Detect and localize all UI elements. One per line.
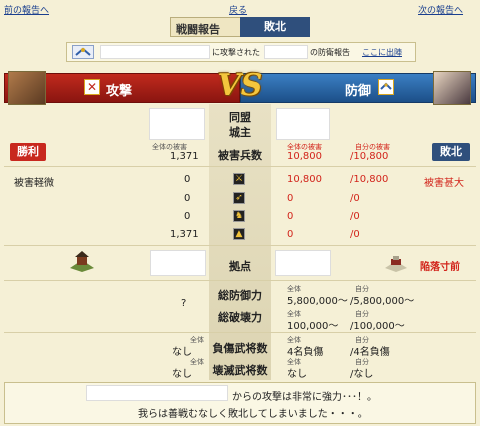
message-line-1: からの攻撃は非常に強力･･･！。 [232,392,377,403]
crossed-swords-icon: ✕ [84,79,100,95]
attacker-total-losses: 1,371 [170,151,199,162]
attacker-portrait [8,71,46,105]
report-result-badge: 敗北 [240,17,310,37]
attacker-unit-1-losses: 0 [184,174,191,185]
defender-unit-2-total: 0 [287,193,294,204]
report-title: 戦闘報告 [176,23,220,36]
divider [4,280,476,281]
defender-own-losses: /10,800 [350,151,389,162]
defender-total-defense: 5,800,000～ [287,296,348,307]
base-label: 拠点 [229,260,251,273]
defender-alliance-masked [276,108,330,140]
spearman-icon: ⚔ [233,173,245,185]
summary-report-text: の防衛報告 [310,48,350,57]
divider [4,245,476,246]
attacker-base-icon [68,250,96,272]
attacker-injured-label: 全体 [190,336,204,344]
defense-side-label: 防御 [345,84,372,99]
attacker-damage-level: 被害軽微 [14,178,54,189]
defender-destroyed-own: /なし [350,369,374,380]
losses-label: 被害兵数 [218,149,262,162]
attacker-base-masked [150,250,206,276]
destroyed-generals-label: 壊滅武将数 [212,364,268,377]
defender-own-defense: /5,800,000～ [350,296,415,307]
base-name-masked [264,45,308,59]
lord-label: 城主 [229,126,251,139]
defender-injured-own: /4名負傷 [350,347,390,358]
archer-icon: ➶ [233,192,245,204]
divider [4,332,476,333]
defender-unit-1-total: 10,800 [287,174,322,185]
defender-unit-3-total: 0 [287,211,294,222]
defender-base-icon [384,255,408,273]
injured-generals-label: 負傷武将数 [212,342,268,355]
defender-total-destroy: 100,000～ [287,321,339,332]
defender-unit-4-own: /0 [350,229,360,240]
defender-unit-3-own: /0 [350,211,360,222]
defender-base-status: 陥落寸前 [420,262,460,273]
alliance-label: 同盟 [229,111,251,124]
defender-damage-level: 被害甚大 [424,178,464,189]
attacker-destroyed-value: なし [172,369,192,380]
back-link[interactable]: 戻る [229,3,247,16]
enemy-name-masked [86,385,228,401]
attacker-victory-badge: 勝利 [10,143,46,161]
defender-injured-total: 4名負傷 [287,347,324,358]
attack-side-label: 攻撃 [106,84,133,99]
total-defense-label: 総防御力 [218,289,262,302]
attacker-unit-4-losses: 1,371 [170,229,199,240]
deploy-here-link[interactable]: ここに出陣 [362,47,402,58]
attacker-defense-value: ? [181,298,187,309]
defender-total-losses: 10,800 [287,151,322,162]
prev-report-link[interactable]: 前の報告へ [4,3,49,16]
defender-portrait [433,71,471,105]
attacker-alliance-masked [149,108,205,140]
center-label-column [209,104,271,380]
defender-unit-2-own: /0 [350,193,360,204]
attacker-destroyed-label: 全体 [190,358,204,366]
attacker-injured-value: なし [172,347,192,358]
vs-emblem: VS [217,68,263,103]
defense-report-icon [72,45,94,59]
message-line-2: 我らは善戦むなしく敗北してしまいました・・・。 [138,409,368,420]
defender-unit-1-own: /10,800 [350,174,389,185]
siege-icon: ▲ [233,228,245,240]
total-destroy-label: 総破壊力 [218,311,262,324]
defender-destroyed-total: なし [287,369,307,380]
defender-unit-4-total: 0 [287,229,294,240]
cavalry-icon: ♞ [233,210,245,222]
defender-defeat-badge: 敗北 [432,143,470,161]
attacker-unit-2-losses: 0 [184,193,191,204]
attacker-name-masked [100,45,210,59]
defender-base-masked [275,250,331,276]
shield-icon [378,79,394,95]
summary-attacked-text: に攻撃された [212,48,260,57]
defender-own-destroy: /100,000～ [350,321,405,332]
attacker-unit-3-losses: 0 [184,211,191,222]
next-report-link[interactable]: 次の報告へ [418,3,463,16]
divider [4,166,476,167]
